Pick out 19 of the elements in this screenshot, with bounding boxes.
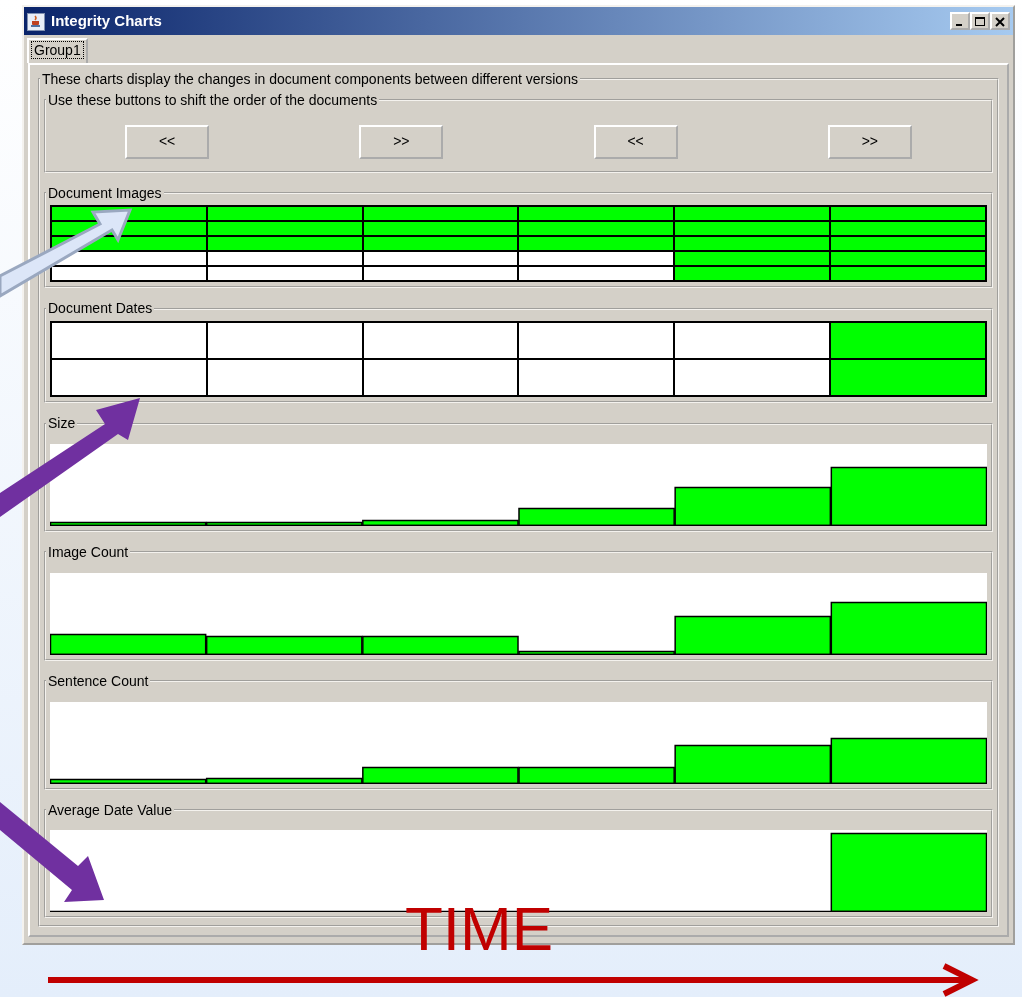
chart-title: Sentence Count	[47, 672, 150, 690]
chart-title: Image Count	[47, 544, 130, 561]
shift-button[interactable]: >>	[359, 124, 444, 159]
time-label: TIME	[405, 898, 554, 960]
chart-title: Average Date Value	[47, 801, 173, 819]
shift-button[interactable]: <<	[125, 124, 210, 159]
shift-button[interactable]: <<	[593, 124, 678, 159]
window-title: Integrity Charts	[51, 10, 163, 31]
chart-title: Document Images	[47, 184, 163, 202]
minimize-icon[interactable]	[950, 12, 970, 30]
chart-title: Document Dates	[47, 300, 154, 318]
tab[interactable]: Group1	[27, 38, 88, 63]
group-legend: Use these buttons to shift the order of the documents	[46, 91, 380, 109]
close-icon[interactable]	[990, 12, 1010, 30]
maximize-icon[interactable]	[970, 12, 990, 30]
shift-button[interactable]: >>	[827, 124, 912, 159]
app-icon	[27, 10, 45, 32]
chart-title: Size	[47, 415, 77, 432]
group-legend: These charts display the changes in document components between different versions	[40, 71, 580, 88]
